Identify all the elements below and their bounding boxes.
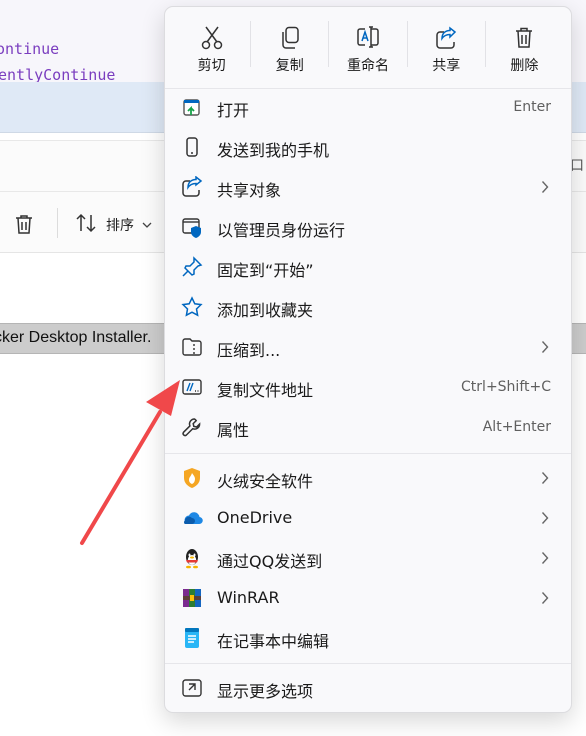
- annotation-arrow: [80, 380, 180, 545]
